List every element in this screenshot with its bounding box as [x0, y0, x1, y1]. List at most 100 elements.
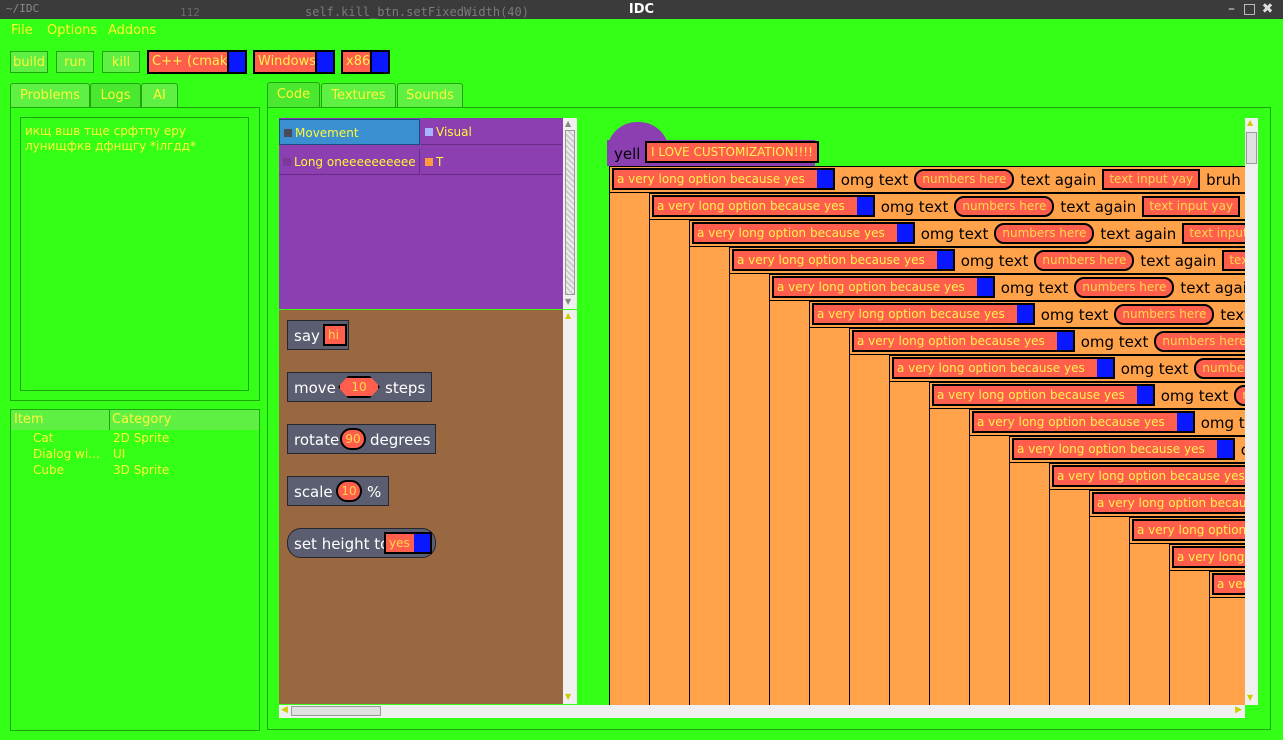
- scroll-up-icon[interactable]: ▲: [1247, 118, 1253, 127]
- block-scale[interactable]: scale 10 %: [287, 476, 389, 506]
- code-row[interactable]: a very long option because yesomg textnu…: [689, 220, 1245, 247]
- option-dropdown[interactable]: a very long option because yes: [812, 303, 1035, 325]
- tab-sounds[interactable]: Sounds: [397, 83, 463, 107]
- menu-file[interactable]: File: [11, 23, 33, 38]
- tab-logs[interactable]: Logs: [90, 83, 141, 107]
- tab-code[interactable]: Code: [267, 82, 320, 107]
- code-row[interactable]: a very long option because yesomg textnu…: [769, 274, 1245, 301]
- dropdown-arrow-icon[interactable]: [936, 251, 953, 269]
- dropdown-arrow-icon[interactable]: [1056, 332, 1073, 350]
- scroll-down-icon[interactable]: ▼: [565, 692, 571, 701]
- dropdown-arrow-icon[interactable]: [976, 278, 993, 296]
- code-row[interactable]: a very long option because yesomg textnu…: [809, 301, 1245, 328]
- numbers-input[interactable]: numbers here: [994, 223, 1095, 244]
- scroll-down-icon[interactable]: ▼: [565, 297, 571, 306]
- rotate-input[interactable]: 90: [340, 428, 366, 450]
- category-visual[interactable]: Visual: [421, 119, 562, 145]
- move-input[interactable]: 10: [338, 376, 380, 398]
- close-icon[interactable]: ✖: [1259, 1, 1276, 18]
- v-scrollbar-thumb[interactable]: [1246, 132, 1257, 164]
- category-long[interactable]: Long oneeeeeeeeee: [279, 149, 420, 175]
- tab-ai[interactable]: AI: [141, 83, 178, 107]
- code-canvas[interactable]: yell I LOVE CUSTOMIZATION!!!! a very lon…: [579, 118, 1245, 705]
- dropdown-arrow-icon[interactable]: [414, 534, 430, 552]
- tab-textures[interactable]: Textures: [321, 83, 396, 107]
- category-scrollbar[interactable]: ▲ ▼: [563, 118, 577, 309]
- option-dropdown[interactable]: a very long option because yes: [1212, 573, 1245, 595]
- dropdown-arrow-icon[interactable]: [1016, 305, 1033, 323]
- dropdown-arrow-icon[interactable]: [1136, 386, 1153, 404]
- dropdown-arrow-icon[interactable]: [315, 52, 333, 72]
- code-row[interactable]: a very long option because yesomg textnu…: [729, 247, 1245, 274]
- numbers-input[interactable]: numbers here: [1114, 304, 1215, 325]
- dropdown-arrow-icon[interactable]: [1216, 440, 1233, 458]
- tree-row-item[interactable]: Cat: [33, 431, 53, 445]
- minimize-icon[interactable]: –: [1223, 1, 1240, 18]
- hat-block[interactable]: yell I LOVE CUSTOMIZATION!!!!: [607, 140, 819, 166]
- menu-addons[interactable]: Addons: [108, 23, 156, 38]
- scroll-up-icon[interactable]: ▲: [565, 119, 571, 128]
- dropdown-arrow-icon[interactable]: [370, 52, 388, 72]
- option-dropdown[interactable]: a very long option because yes: [612, 168, 835, 190]
- option-dropdown[interactable]: a very long option because yes: [932, 384, 1155, 406]
- option-dropdown[interactable]: a very long option because yes: [1132, 519, 1245, 541]
- tree-header-category[interactable]: Category: [110, 410, 259, 430]
- dropdown-arrow-icon[interactable]: [227, 52, 245, 72]
- text-input[interactable]: text input yay: [1182, 223, 1245, 244]
- numbers-input[interactable]: numbers here: [1194, 358, 1245, 379]
- text-input[interactable]: text input yay: [1102, 169, 1201, 190]
- kill-button[interactable]: kill: [102, 51, 140, 73]
- dropdown-arrow-icon[interactable]: [1096, 359, 1113, 377]
- block-rotate[interactable]: rotate 90 degrees: [287, 424, 436, 454]
- code-row[interactable]: a very long option because yesomg textnu…: [649, 193, 1245, 220]
- category-scrollbar-thumb[interactable]: [565, 130, 575, 295]
- palette-scrollbar[interactable]: ▲ ▼: [563, 310, 577, 704]
- code-row[interactable]: a very long option because yesomg textnu…: [929, 382, 1245, 409]
- code-row[interactable]: a very long option because yesomg textnu…: [1129, 517, 1245, 544]
- numbers-input[interactable]: numbers here: [1154, 331, 1245, 352]
- numbers-input[interactable]: numbers here: [914, 169, 1015, 190]
- block-set-height[interactable]: set height to yes: [287, 528, 436, 558]
- code-row[interactable]: a very long option because yesomg textnu…: [1009, 436, 1245, 463]
- scroll-right-icon[interactable]: ▶: [1235, 705, 1242, 715]
- numbers-input[interactable]: numbers here: [1074, 277, 1175, 298]
- block-move[interactable]: move 10 steps: [287, 372, 432, 402]
- text-input[interactable]: text input yay: [1142, 196, 1241, 217]
- code-row[interactable]: a very long option because yesomg textnu…: [1169, 544, 1245, 571]
- tree-row-item[interactable]: Dialog wi...: [33, 447, 100, 461]
- code-row[interactable]: a very long option because yesomg textnu…: [1049, 463, 1245, 490]
- scroll-up-icon[interactable]: ▲: [565, 311, 571, 320]
- say-input[interactable]: hi: [323, 324, 347, 346]
- run-button[interactable]: run: [56, 51, 94, 73]
- set-height-dropdown[interactable]: yes: [384, 532, 432, 554]
- option-dropdown[interactable]: a very long option because yes: [1012, 438, 1235, 460]
- option-dropdown[interactable]: a very long option because yes: [732, 249, 955, 271]
- option-dropdown[interactable]: a very long option because yes: [892, 357, 1115, 379]
- dropdown-arrow-icon[interactable]: [1176, 413, 1193, 431]
- scroll-down-icon[interactable]: ▼: [1247, 693, 1253, 702]
- canvas-h-scrollbar[interactable]: ◀ ▶: [279, 705, 1245, 718]
- menu-options[interactable]: Options: [47, 23, 97, 38]
- option-dropdown[interactable]: a very long option because yes: [652, 195, 875, 217]
- canvas-v-scrollbar[interactable]: ▲ ▼: [1245, 118, 1258, 705]
- option-dropdown[interactable]: a very long option because yes: [1092, 492, 1245, 514]
- tab-problems[interactable]: Problems: [10, 83, 90, 107]
- arch-select[interactable]: x86: [341, 50, 390, 74]
- option-dropdown[interactable]: a very long option because yes: [972, 411, 1195, 433]
- maximize-icon[interactable]: □: [1241, 1, 1258, 18]
- build-button[interactable]: build: [10, 51, 48, 73]
- language-select[interactable]: C++ (cmake): [147, 50, 247, 74]
- logs-text-area[interactable]: икщ вшв тще срфтпу еру лунищфкв дфнщгу *…: [20, 117, 249, 391]
- numbers-input[interactable]: numbers here: [1234, 385, 1245, 406]
- h-scrollbar-thumb[interactable]: [291, 706, 381, 716]
- option-dropdown[interactable]: a very long option because yes: [852, 330, 1075, 352]
- scroll-left-icon[interactable]: ◀: [281, 705, 288, 715]
- platform-select[interactable]: Windows: [253, 50, 335, 74]
- category-t[interactable]: T: [421, 149, 562, 175]
- dropdown-arrow-icon[interactable]: [896, 224, 913, 242]
- tree-row-item[interactable]: Cube: [33, 463, 64, 477]
- code-row[interactable]: a very long option because yesomg textnu…: [969, 409, 1245, 436]
- numbers-input[interactable]: numbers here: [954, 196, 1055, 217]
- code-row[interactable]: a very long option because yesomg textnu…: [1209, 571, 1245, 598]
- code-row[interactable]: a very long option because yesomg textnu…: [889, 355, 1245, 382]
